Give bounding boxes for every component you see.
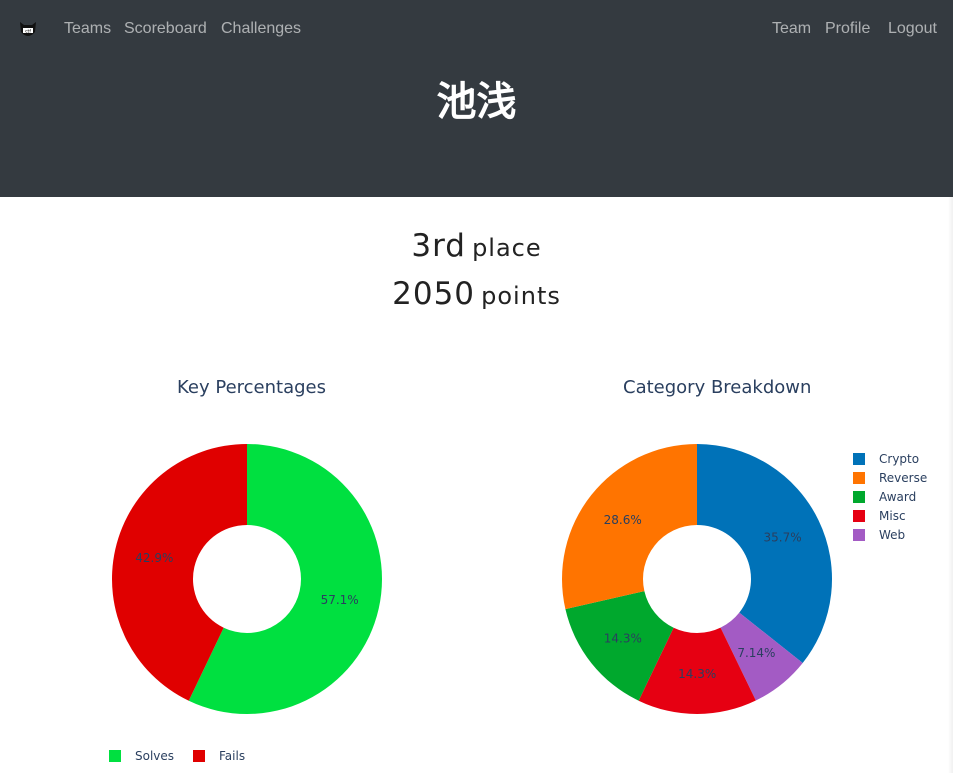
nav-link-team[interactable]: Team — [772, 18, 811, 40]
chart-title-category-breakdown: Category Breakdown — [623, 377, 812, 398]
slice-label-web: 7.14% — [737, 646, 775, 660]
legend-label-solves[interactable]: Solves — [135, 749, 174, 763]
legend-label-fails[interactable]: Fails — [219, 749, 245, 763]
navbar: ctf Teams Scoreboard Challenges Team Pro… — [0, 0, 953, 56]
slice-label-reverse: 28.6% — [604, 513, 642, 527]
svg-text:ctf: ctf — [25, 28, 31, 34]
nav-link-scoreboard[interactable]: Scoreboard — [124, 18, 207, 40]
page-edge-shadow — [948, 197, 953, 773]
legend-label-misc[interactable]: Misc — [879, 509, 906, 523]
slice-label-fails: 42.9% — [135, 551, 173, 565]
nav-link-logout[interactable]: Logout — [888, 18, 937, 40]
legend-swatch-solves[interactable] — [109, 750, 121, 762]
points-label: points — [481, 282, 561, 310]
nav-link-teams[interactable]: Teams — [64, 18, 111, 40]
place-label: place — [472, 234, 542, 262]
ctf-logo-icon[interactable]: ctf — [16, 18, 40, 42]
points-value: 2050 — [392, 276, 476, 312]
legend-swatch-fails[interactable] — [193, 750, 205, 762]
legend-swatch-award[interactable] — [853, 491, 865, 503]
legend-label-crypto[interactable]: Crypto — [879, 452, 919, 466]
legend-label-web[interactable]: Web — [879, 528, 905, 542]
slice-label-misc: 14.3% — [678, 667, 716, 681]
team-place: 3rd place — [0, 228, 953, 268]
legend-swatch-reverse[interactable] — [853, 472, 865, 484]
place-value: 3rd — [411, 228, 466, 264]
legend-swatch-crypto[interactable] — [853, 453, 865, 465]
team-name: 池浅 — [436, 80, 517, 124]
category-breakdown-chart: 35.7% 7.14% 14.3% 14.3% 28.6% — [562, 444, 832, 714]
slice-label-solves: 57.1% — [321, 593, 359, 607]
chart-title-key-percentages: Key Percentages — [177, 377, 326, 398]
nav-link-challenges[interactable]: Challenges — [221, 18, 301, 40]
legend-swatch-web[interactable] — [853, 529, 865, 541]
legend-swatch-misc[interactable] — [853, 510, 865, 522]
team-points: 2050 points — [0, 276, 953, 316]
nav-link-profile[interactable]: Profile — [825, 18, 870, 40]
legend-label-award[interactable]: Award — [879, 490, 916, 504]
key-percentages-chart: 57.1% 42.9% — [111, 444, 382, 714]
slice-label-award: 14.3% — [604, 631, 642, 645]
legend-label-reverse[interactable]: Reverse — [879, 471, 927, 485]
slice-label-crypto: 35.7% — [763, 531, 801, 545]
